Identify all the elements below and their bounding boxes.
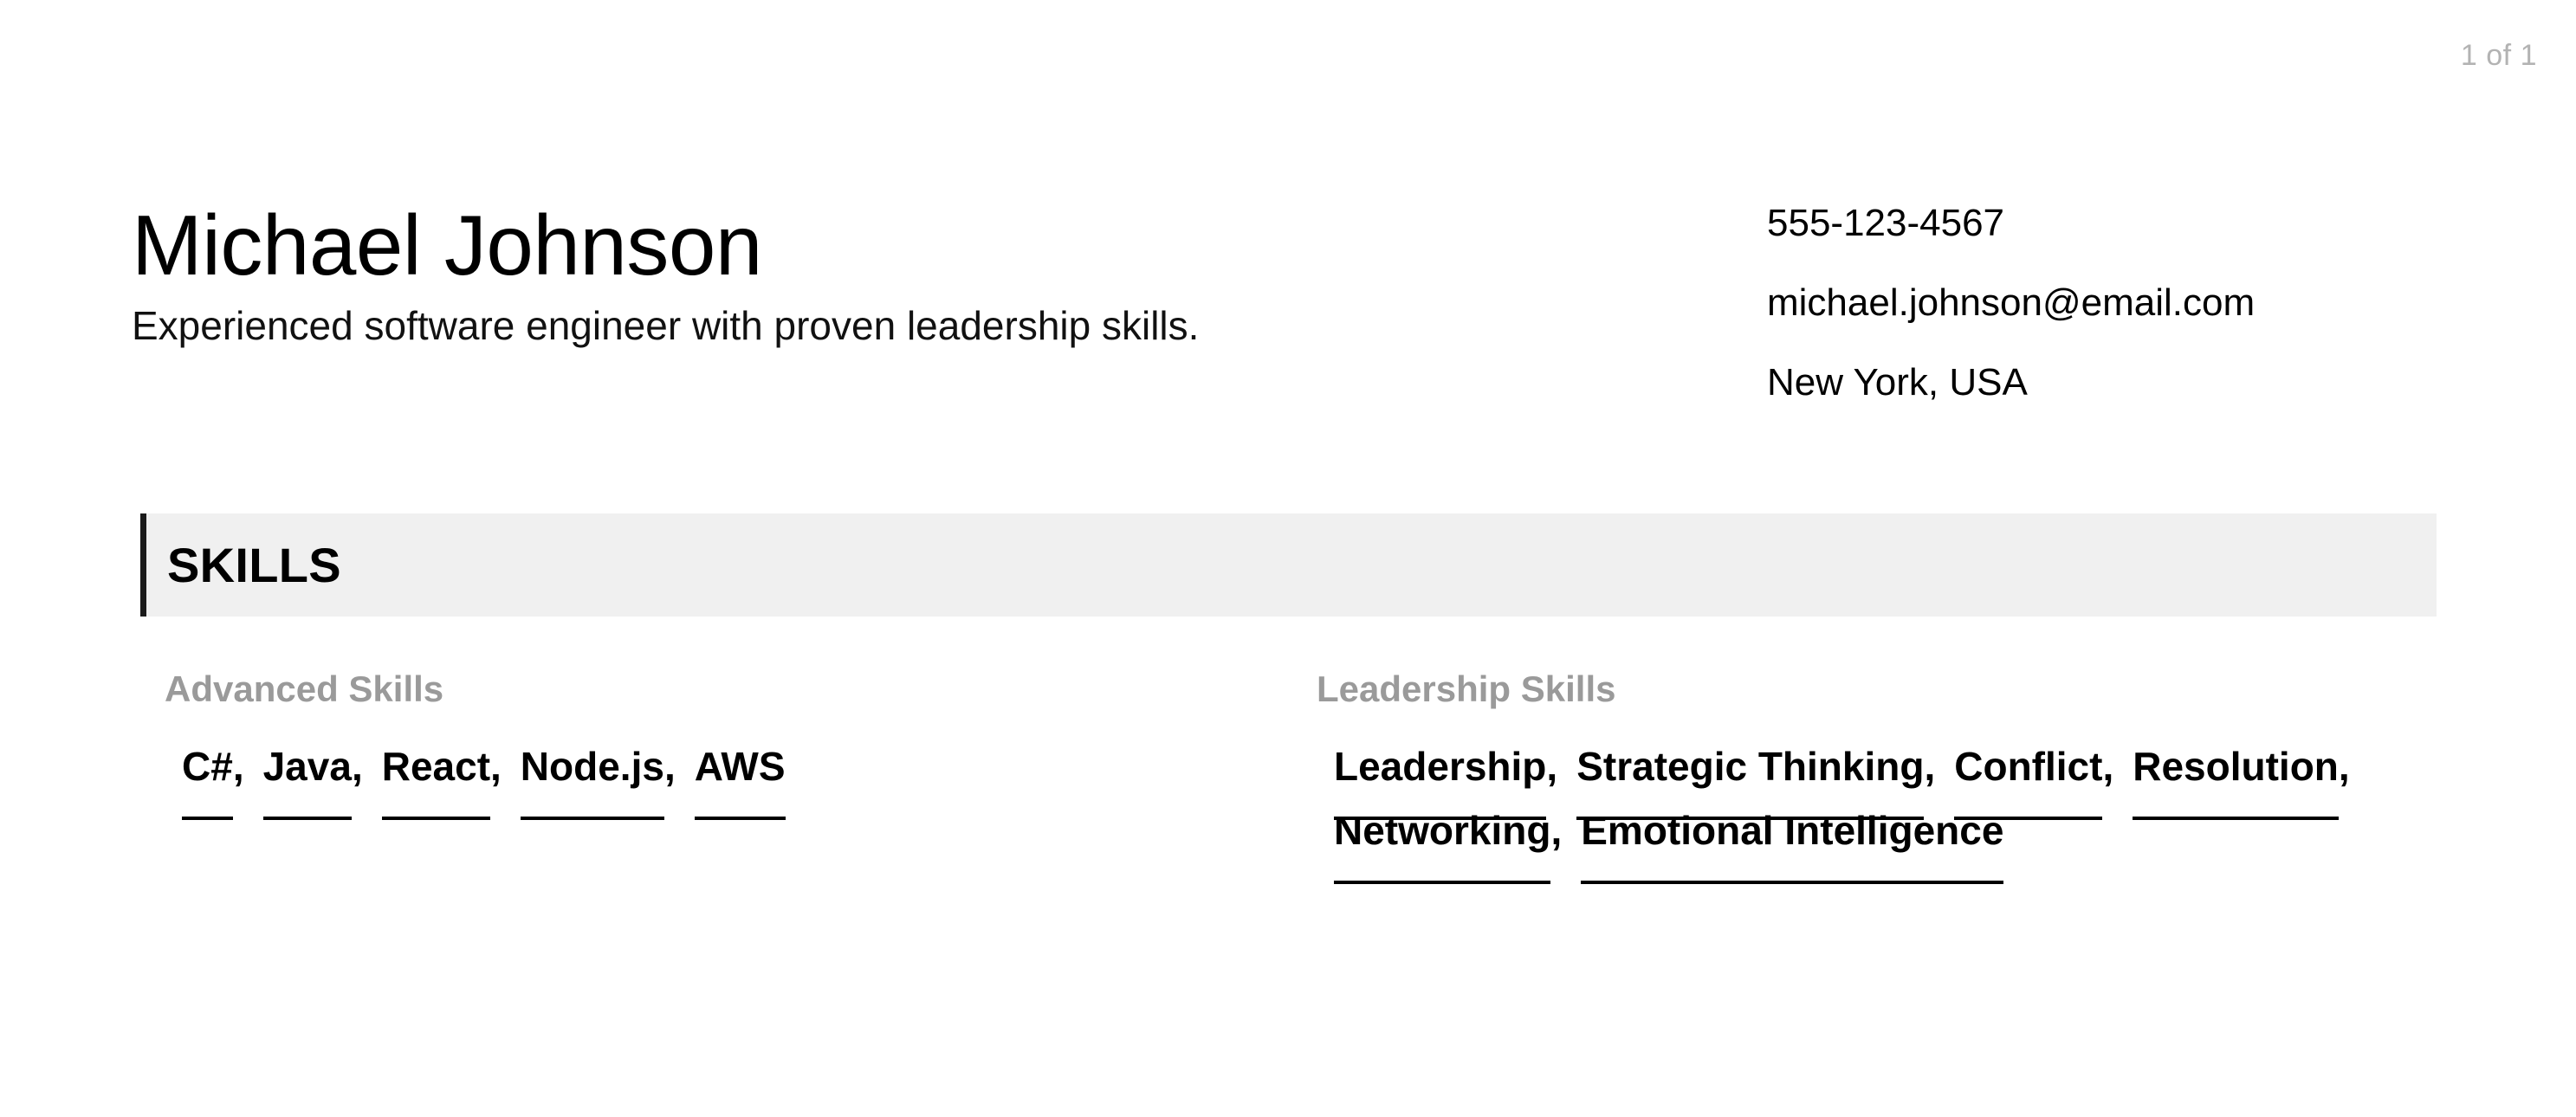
skill-separator: ,: [663, 744, 676, 789]
skill-label: Strategic Thinking: [1576, 737, 1925, 820]
skills-group-advanced: Advanced Skills C#, Java, React, Node.js, AW…: [154, 668, 1306, 820]
skills-list-leadership: Leadership, Strategic Thinking, Conflict, R…: [1306, 737, 2458, 884]
skill-separator: ,: [2338, 744, 2350, 789]
skill-label: C#: [182, 737, 233, 820]
contact-phone: 555-123-4567: [1767, 202, 2005, 244]
skill-separator: ,: [1924, 744, 1936, 789]
document-page: 1 of 1 Michael Johnson Experienced softw…: [0, 0, 2576, 1117]
skill-separator: ,: [2102, 744, 2114, 789]
section-header-bar: SKILLS: [140, 513, 2437, 617]
skill-item: Java,: [262, 737, 363, 820]
candidate-name: Michael Johnson: [132, 197, 762, 293]
skills-group-label: Leadership Skills: [1317, 668, 1616, 709]
skill-separator: ,: [1550, 807, 1563, 853]
skill-label: Networking: [1334, 801, 1551, 884]
skills-group-label: Advanced Skills: [165, 668, 444, 709]
skills-columns: Advanced Skills C#, Java, React, Node.js, AW…: [154, 668, 2441, 884]
skills-section: SKILLS: [140, 513, 2437, 617]
skill-item: Networking,: [1334, 801, 1563, 884]
contact-location: New York, USA: [1767, 361, 2028, 404]
skill-label: Java: [262, 737, 353, 820]
contact-block: 555-123-4567 michael.johnson@email.com N…: [1767, 204, 2547, 402]
skill-label: AWS: [694, 737, 786, 820]
candidate-headline: Experienced software engineer with prove…: [132, 302, 1200, 348]
skill-item: Strategic Thinking,: [1576, 737, 1936, 820]
section-accent-bar: [140, 513, 146, 617]
skill-separator: ,: [490, 744, 502, 789]
skill-label: Resolution: [2133, 737, 2339, 820]
page-indicator: 1 of 1: [2460, 39, 2537, 72]
skill-separator: ,: [351, 744, 363, 789]
skill-item: Emotional Intelligence: [1581, 801, 2004, 884]
section-title: SKILLS: [167, 537, 341, 592]
skills-group-leadership: Leadership Skills Leadership, Strategic T…: [1306, 668, 2458, 884]
skill-item: Leadership,: [1334, 737, 1558, 820]
skill-item: Node.js,: [520, 737, 676, 820]
skill-item: AWS: [694, 737, 786, 820]
contact-email: michael.johnson@email.com: [1767, 281, 2256, 324]
skills-list-advanced: C#, Java, React, Node.js, AWS: [154, 737, 1306, 820]
skill-label: Node.js: [520, 737, 665, 820]
skill-item: C#,: [182, 737, 244, 820]
skill-item: React,: [381, 737, 502, 820]
skill-separator: ,: [1546, 744, 1558, 789]
skill-item: Resolution,: [2133, 737, 2350, 820]
identity-block: Michael Johnson Experienced software eng…: [132, 197, 1691, 351]
resume-header: Michael Johnson Experienced software eng…: [132, 197, 2437, 461]
skill-label: Emotional Intelligence: [1581, 801, 2004, 884]
skill-separator: ,: [232, 744, 244, 789]
skill-label: Conflict: [1954, 737, 2103, 820]
skill-label: Leadership: [1334, 737, 1547, 820]
skill-label: React: [381, 737, 491, 820]
skill-item: Conflict,: [1954, 737, 2114, 820]
